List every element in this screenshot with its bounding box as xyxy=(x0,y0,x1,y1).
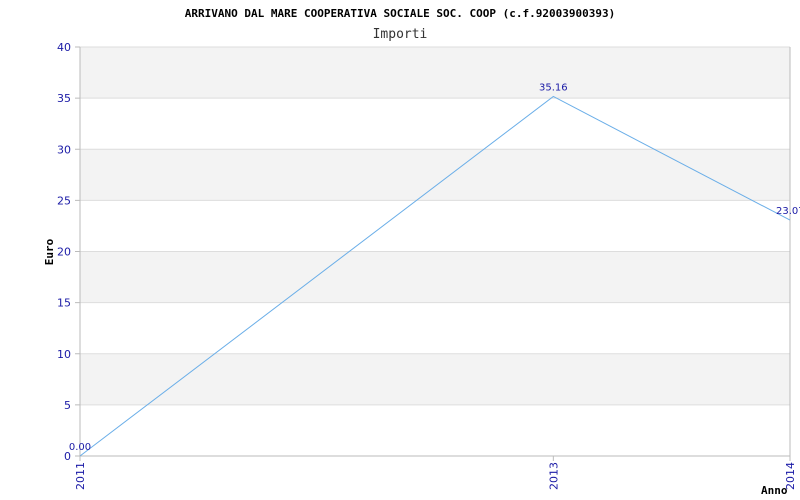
x-tick-label: 2011 xyxy=(74,462,87,490)
background-bands xyxy=(80,47,790,405)
y-tick-label: 40 xyxy=(57,41,71,54)
background-band xyxy=(80,353,790,405)
line-chart: ARRIVANO DAL MARE COOPERATIVA SOCIALE SO… xyxy=(43,7,800,497)
y-tick-label: 20 xyxy=(57,246,71,259)
y-axis-title: Euro xyxy=(43,238,56,265)
y-tick-label: 25 xyxy=(57,194,71,207)
data-label: 35.16 xyxy=(539,82,568,93)
chart-title: ARRIVANO DAL MARE COOPERATIVA SOCIALE SO… xyxy=(185,7,615,20)
data-label: 0.00 xyxy=(69,442,91,453)
background-band xyxy=(80,149,790,201)
y-tick-labels: 0510152025303540 xyxy=(57,41,71,463)
x-tick-labels: 2011 2013 2014 xyxy=(74,456,797,490)
background-band xyxy=(80,251,790,303)
background-band xyxy=(80,47,790,99)
x-tick-label: 2013 xyxy=(547,462,560,490)
chart-subtitle: Importi xyxy=(373,27,428,42)
y-tick-label: 15 xyxy=(57,297,71,310)
y-tick-label: 35 xyxy=(57,92,71,105)
data-label: 23.07 xyxy=(776,206,800,217)
y-tick-label: 30 xyxy=(57,143,71,156)
y-tick-label: 5 xyxy=(64,399,71,412)
y-tick-label: 10 xyxy=(57,348,71,361)
x-axis-title: Anno xyxy=(761,484,788,497)
